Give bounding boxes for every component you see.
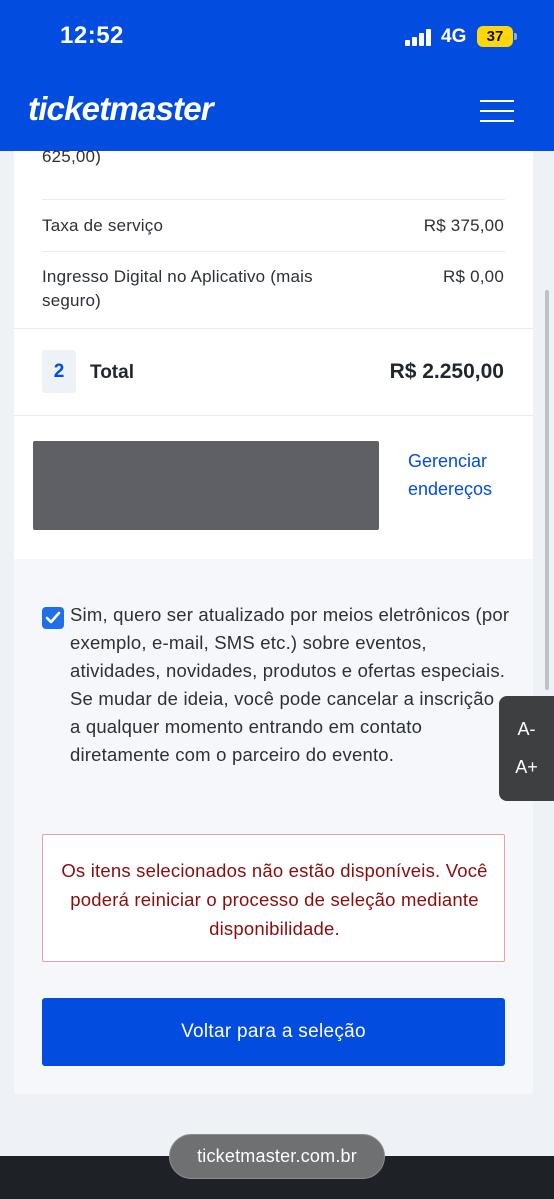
divider: [14, 328, 533, 329]
status-time: 12:52: [60, 22, 124, 49]
ticket-quantity: 2: [42, 350, 76, 393]
battery-icon: 37: [477, 26, 513, 47]
font-size-controls: A- A+: [499, 696, 554, 801]
battery-cap: [514, 33, 517, 40]
divider: [42, 199, 505, 200]
service-fee-value: R$ 375,00: [423, 216, 504, 235]
divider: [42, 251, 505, 252]
scrollbar[interactable]: [545, 290, 549, 690]
hamburger-menu-icon[interactable]: [480, 100, 514, 122]
divider: [14, 415, 533, 416]
total-label: Total: [90, 362, 134, 383]
digital-ticket-value: R$ 0,00: [443, 267, 504, 286]
error-message: Os itens selecionados não estão disponív…: [61, 860, 488, 939]
digital-ticket-label: Ingresso Digital no Aplicativo (mais seg…: [42, 267, 313, 310]
back-to-selection-button[interactable]: Voltar para a seleção: [42, 998, 505, 1066]
increase-font-button[interactable]: A+: [499, 757, 554, 778]
decrease-font-button[interactable]: A-: [499, 719, 554, 740]
total-value: R$ 2.250,00: [389, 360, 504, 383]
opt-in-text: Sim, quero ser atualizado por meios elet…: [70, 604, 510, 765]
opt-in-checkbox[interactable]: [42, 607, 64, 629]
price-line-continued: 625,00): [42, 147, 102, 166]
redacted-address: [33, 441, 379, 530]
ticketmaster-logo[interactable]: ticketmaster: [28, 90, 214, 128]
service-fee-label: Taxa de serviço: [42, 216, 164, 235]
network-type: 4G: [441, 26, 467, 47]
error-alert: Os itens selecionados não estão disponív…: [42, 834, 505, 962]
site-header: ticketmaster: [0, 76, 554, 151]
checkmark-icon: [45, 611, 61, 624]
cellular-signal-icon: [405, 29, 433, 46]
manage-addresses-link[interactable]: Gerenciar endereços: [408, 447, 518, 503]
status-bar: 12:52 4G 37: [0, 0, 554, 76]
checkout-card: 625,00) Taxa de serviço R$ 375,00 Ingres…: [14, 147, 533, 1094]
url-bar[interactable]: ticketmaster.com.br: [169, 1134, 385, 1179]
